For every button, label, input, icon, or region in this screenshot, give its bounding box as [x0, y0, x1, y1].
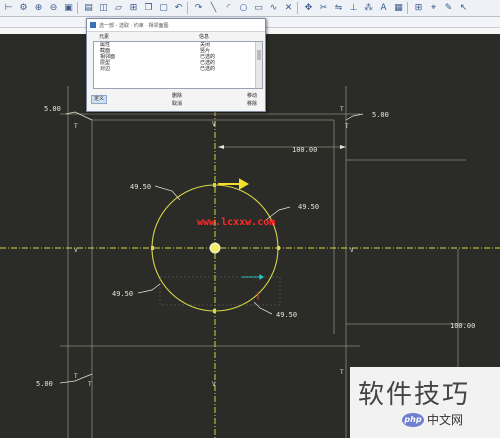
dialog-title-bar[interactable]: 选一部 - 选取 · 约束 · 相邻面图: [87, 19, 265, 32]
pointer-icon[interactable]: ↖: [457, 2, 470, 15]
palette-icon[interactable]: ▦: [392, 2, 405, 15]
circle-tool-icon[interactable]: ○: [237, 2, 250, 15]
delete-button[interactable]: 删除: [169, 93, 185, 100]
marker-t4: T: [74, 373, 78, 380]
move-icon[interactable]: ✥: [302, 2, 315, 15]
drawing-watermark: www.lcxxw.com: [197, 217, 275, 228]
analysis-icon[interactable]: ⌖: [427, 2, 440, 15]
dim-left-bottom[interactable]: 5.00: [36, 380, 53, 388]
selection-outline: [159, 276, 281, 306]
main-toolbar: ⊢ ⚙ ⊕ ⊖ ▣ ▤ ◫ ▱ ⊞ ❐ ▢ ↶ ↷ ╲ ◜ ○ ▭ ∿ ✕ ✥ ✂ ⇋ ⊥ ⁂ A ▦ ⊞ ⌖ ✎ ↖: [0, 0, 500, 17]
trim-icon[interactable]: ✂: [317, 2, 330, 15]
dim-vertical[interactable]: 100.00: [450, 322, 475, 330]
arc-tool-icon[interactable]: ◜: [222, 2, 235, 15]
scroll-thumb[interactable]: [257, 50, 261, 60]
zoom-out-icon[interactable]: ⊖: [47, 2, 60, 15]
mirror-icon[interactable]: ⇋: [332, 2, 345, 15]
watermark-logo: php 中文网: [402, 411, 463, 428]
dim-radius-top-right[interactable]: 49.50: [298, 203, 319, 211]
column-header-element: 元素: [99, 34, 110, 40]
leader-left-top: [65, 111, 93, 121]
marker-v1: V: [74, 247, 78, 254]
dim-arrow-left: [218, 145, 224, 149]
cancel-button[interactable]: 取消: [169, 101, 185, 108]
grid-icon[interactable]: ⊞: [412, 2, 425, 15]
move-button[interactable]: 移动: [243, 93, 261, 100]
marker-t5: T: [88, 381, 92, 388]
dim-horizontal[interactable]: 100.00: [292, 146, 317, 154]
center-point: [209, 242, 221, 254]
marker-t3: T: [345, 123, 349, 130]
dim-radius-bottom-right[interactable]: 49.50: [276, 311, 297, 319]
watermark-site: 中文网: [427, 413, 464, 427]
toolbar-separator: [407, 2, 408, 14]
dim-right-top[interactable]: 5.00: [372, 111, 389, 119]
leader-bottom-right: [253, 301, 273, 315]
php-logo-icon: php: [402, 412, 424, 427]
point-tool-icon[interactable]: ✕: [282, 2, 295, 15]
leader-bottom-left: [137, 283, 161, 294]
constraint-dialog[interactable]: 选一部 - 选取 · 约束 · 相邻面图 元素 信息 属性 关闭 截面 竖片 相邻面…: [86, 18, 266, 112]
array-icon[interactable]: ⁂: [362, 2, 375, 15]
marker-t6: T: [340, 369, 344, 376]
note-icon[interactable]: ✎: [442, 2, 455, 15]
dim-left-top[interactable]: 5.00: [44, 105, 61, 113]
dialog-title: 选一部 - 选取 · 约束 · 相邻面图: [99, 22, 169, 29]
toolbar-separator: [187, 2, 188, 14]
dimension-tool-icon[interactable]: ⊢: [2, 2, 15, 15]
text-icon[interactable]: A: [377, 2, 390, 15]
line-tool-icon[interactable]: ╲: [207, 2, 220, 15]
toolbar-separator: [77, 2, 78, 14]
paste-icon[interactable]: ▢: [157, 2, 170, 15]
marker-t2: T: [340, 106, 344, 113]
leader-right-top: [345, 113, 364, 121]
toolbar-separator: [297, 2, 298, 14]
undo-icon[interactable]: ↶: [172, 2, 185, 15]
dialog-header-row: 元素 信息: [93, 34, 261, 40]
datum-plane-icon[interactable]: ▱: [112, 2, 125, 15]
copy-icon[interactable]: ❐: [142, 2, 155, 15]
corner-watermark: 软件技巧 php 中文网: [350, 367, 500, 438]
layer-icon[interactable]: ◫: [97, 2, 110, 15]
dim-arrow-right: [340, 145, 346, 149]
repaint-icon[interactable]: ▣: [62, 2, 75, 15]
constraint-icon[interactable]: ⊥: [347, 2, 360, 15]
marker-v2: V: [350, 247, 354, 254]
select-button[interactable]: 定义: [91, 95, 107, 104]
remove-button[interactable]: 移除: [243, 101, 261, 108]
marker-v3: V: [212, 121, 216, 128]
dim-radius-bottom-left[interactable]: 49.50: [112, 290, 133, 298]
rectangle-tool-icon[interactable]: ▭: [252, 2, 265, 15]
orient-icon[interactable]: ⊞: [127, 2, 140, 15]
spline-tool-icon[interactable]: ∿: [267, 2, 280, 15]
zoom-in-icon[interactable]: ⊕: [32, 2, 45, 15]
named-view-icon[interactable]: ▤: [82, 2, 95, 15]
direction-arrow: [218, 178, 250, 190]
marker-v4: V: [212, 381, 216, 388]
list-scrollbar[interactable]: [255, 42, 262, 88]
settings-icon[interactable]: ⚙: [17, 2, 30, 15]
dim-radius-top-left[interactable]: 49.50: [130, 183, 151, 191]
watermark-title: 软件技巧: [358, 380, 471, 410]
dialog-list[interactable]: 属性 关闭 截面 竖片 相邻面 已选的 层型 已选的 对边 已选的: [93, 41, 263, 89]
dialog-app-icon: [90, 22, 96, 28]
redo-icon[interactable]: ↷: [192, 2, 205, 15]
column-header-info: 信息: [199, 34, 210, 40]
marker-t1: T: [74, 123, 78, 130]
list-item[interactable]: 对边 已选的: [94, 66, 262, 72]
